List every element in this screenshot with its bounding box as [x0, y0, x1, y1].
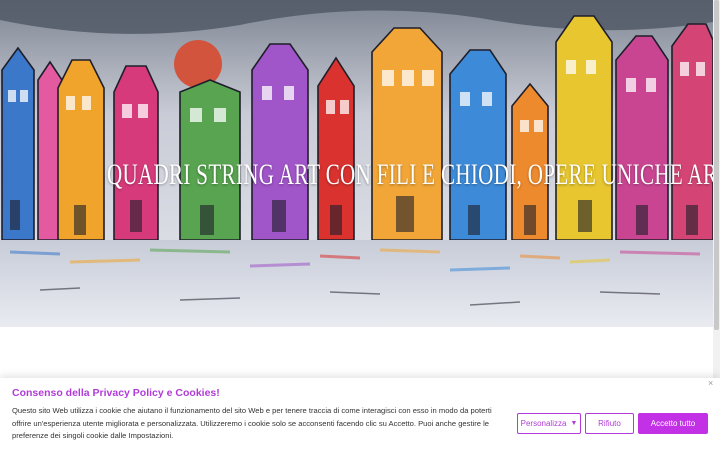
cookie-banner-text: Questo sito Web utilizza i cookie che ai…	[12, 406, 492, 440]
customize-button-label: Personalizza	[520, 419, 567, 428]
close-icon[interactable]: ×	[708, 378, 713, 388]
caret-down-icon: ▼	[570, 420, 578, 427]
scrollbar-thumb[interactable]	[714, 0, 719, 330]
cookie-consent-banner: × Consenso della Privacy Policy e Cookie…	[0, 378, 720, 450]
page-title: QUADRI STRING ART CON FILI E CHIODI, OPE…	[106, 158, 713, 191]
accept-all-button[interactable]: Accetto tutto	[638, 413, 708, 434]
hero-banner: QUADRI STRING ART CON FILI E CHIODI, OPE…	[0, 0, 713, 327]
cookie-banner-title: Consenso della Privacy Policy e Cookies!	[12, 387, 220, 399]
customize-button[interactable]: Personalizza ▼	[517, 413, 581, 434]
reject-button[interactable]: Rifiuto	[585, 413, 634, 434]
